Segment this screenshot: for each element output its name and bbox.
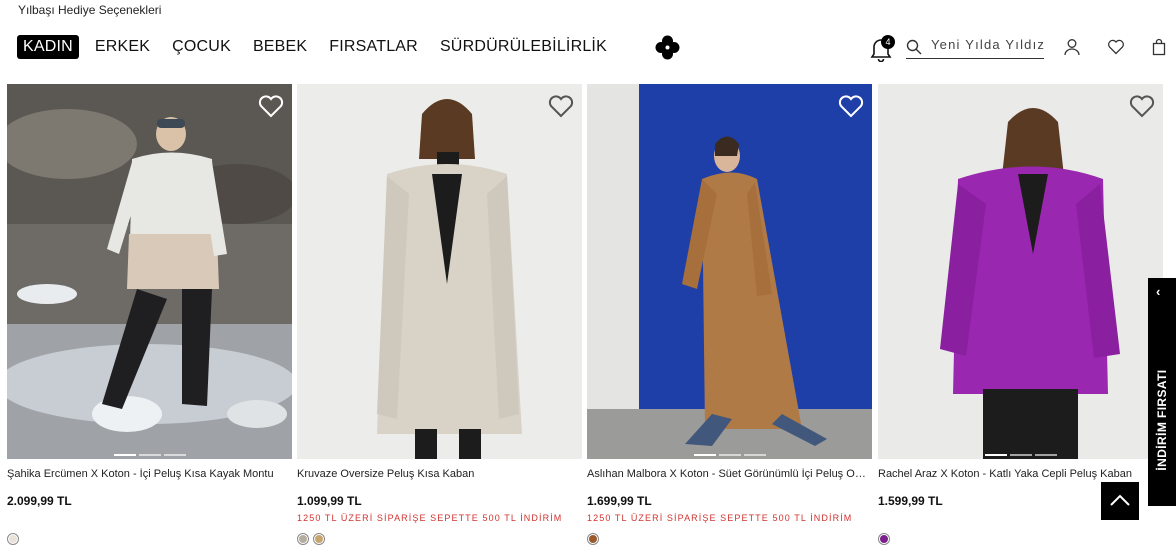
scroll-to-top-button[interactable]	[1101, 482, 1139, 520]
user-icon[interactable]	[1063, 38, 1081, 56]
product-card[interactable]: Kruvaze Oversize Peluş Kısa Kaban 1.099,…	[297, 84, 582, 545]
product-name[interactable]: Şahika Ercümen X Koton - İçi Peluş Kısa …	[7, 468, 287, 480]
color-swatches	[7, 533, 19, 545]
color-swatches	[297, 533, 325, 545]
color-swatch[interactable]	[878, 533, 890, 545]
product-name[interactable]: Rachel Araz X Koton - Katlı Yaka Cepli P…	[878, 468, 1158, 480]
search-icon	[906, 39, 922, 55]
add-to-favorites-heart-icon[interactable]	[838, 94, 864, 118]
search-input[interactable]	[931, 37, 1044, 52]
product-price: 1.699,99 TL	[587, 494, 652, 508]
product-card[interactable]: Aslıhan Malbora X Koton - Süet Görünümlü…	[587, 84, 872, 545]
product-card[interactable]: Şahika Ercümen X Koton - İçi Peluş Kısa …	[7, 84, 292, 545]
notifications-button[interactable]: 4	[868, 34, 895, 62]
product-card[interactable]: Rachel Araz X Koton - Katlı Yaka Cepli P…	[878, 84, 1163, 545]
add-to-favorites-heart-icon[interactable]	[548, 94, 574, 118]
product-image[interactable]	[7, 84, 292, 459]
product-price: 1.099,99 TL	[297, 494, 362, 508]
product-photo-ski-jacket	[7, 84, 292, 459]
image-carousel-indicator	[984, 454, 1057, 456]
search-box[interactable]	[906, 36, 1044, 59]
product-image[interactable]	[878, 84, 1163, 459]
nav-item-bebek[interactable]: BEBEK	[247, 35, 313, 59]
add-to-favorites-heart-icon[interactable]	[1129, 94, 1155, 118]
product-photo-purple-coat	[878, 84, 1163, 459]
image-carousel-indicator	[113, 454, 186, 456]
notification-count-badge: 4	[881, 35, 895, 49]
add-to-favorites-heart-icon[interactable]	[258, 94, 284, 118]
side-tab-label: İNDİRİM FIRSATI	[1155, 369, 1169, 471]
heart-icon[interactable]	[1107, 38, 1125, 56]
product-promo	[7, 513, 292, 524]
chevron-left-icon: ‹	[1156, 284, 1161, 299]
nav-item-erkek[interactable]: ERKEK	[89, 35, 156, 59]
nav-item-surdurulebilirlik[interactable]: SÜRDÜRÜLEBİLİRLİK	[434, 35, 613, 59]
product-promo: 1250 TL ÜZERİ SİPARİŞE SEPETTE 500 TL İN…	[297, 513, 563, 523]
chevron-up-icon	[1110, 494, 1130, 506]
product-photo-plush-coat	[297, 84, 582, 459]
color-swatches	[878, 533, 890, 545]
main-nav: KADIN ERKEK ÇOCUK BEBEK FIRSATLAR SÜRDÜR…	[17, 35, 623, 59]
product-price: 2.099,99 TL	[7, 494, 72, 508]
discount-side-tab[interactable]: ‹ İNDİRİM FIRSATI	[1148, 278, 1176, 506]
product-image[interactable]	[587, 84, 872, 459]
product-image[interactable]	[297, 84, 582, 459]
product-photo-suede-coat	[587, 84, 872, 459]
product-name[interactable]: Aslıhan Malbora X Koton - Süet Görünümlü…	[587, 468, 867, 480]
nav-item-cocuk[interactable]: ÇOCUK	[166, 35, 237, 59]
color-swatch[interactable]	[587, 533, 599, 545]
color-swatches	[587, 533, 599, 545]
product-name[interactable]: Kruvaze Oversize Peluş Kısa Kaban	[297, 468, 577, 480]
brand-logo[interactable]	[655, 35, 680, 60]
color-swatch[interactable]	[313, 533, 325, 545]
promo-link-gift-options[interactable]: Yılbaşı Hediye Seçenekleri	[18, 3, 161, 17]
bag-icon[interactable]	[1150, 38, 1168, 56]
header-actions: 4	[868, 34, 1168, 62]
image-carousel-indicator	[693, 454, 766, 456]
color-swatch[interactable]	[7, 533, 19, 545]
product-promo: 1250 TL ÜZERİ SİPARİŞE SEPETTE 500 TL İN…	[587, 513, 853, 523]
color-swatch[interactable]	[297, 533, 309, 545]
nav-item-firsatlar[interactable]: FIRSATLAR	[323, 35, 424, 59]
nav-item-kadin[interactable]: KADIN	[17, 35, 79, 59]
